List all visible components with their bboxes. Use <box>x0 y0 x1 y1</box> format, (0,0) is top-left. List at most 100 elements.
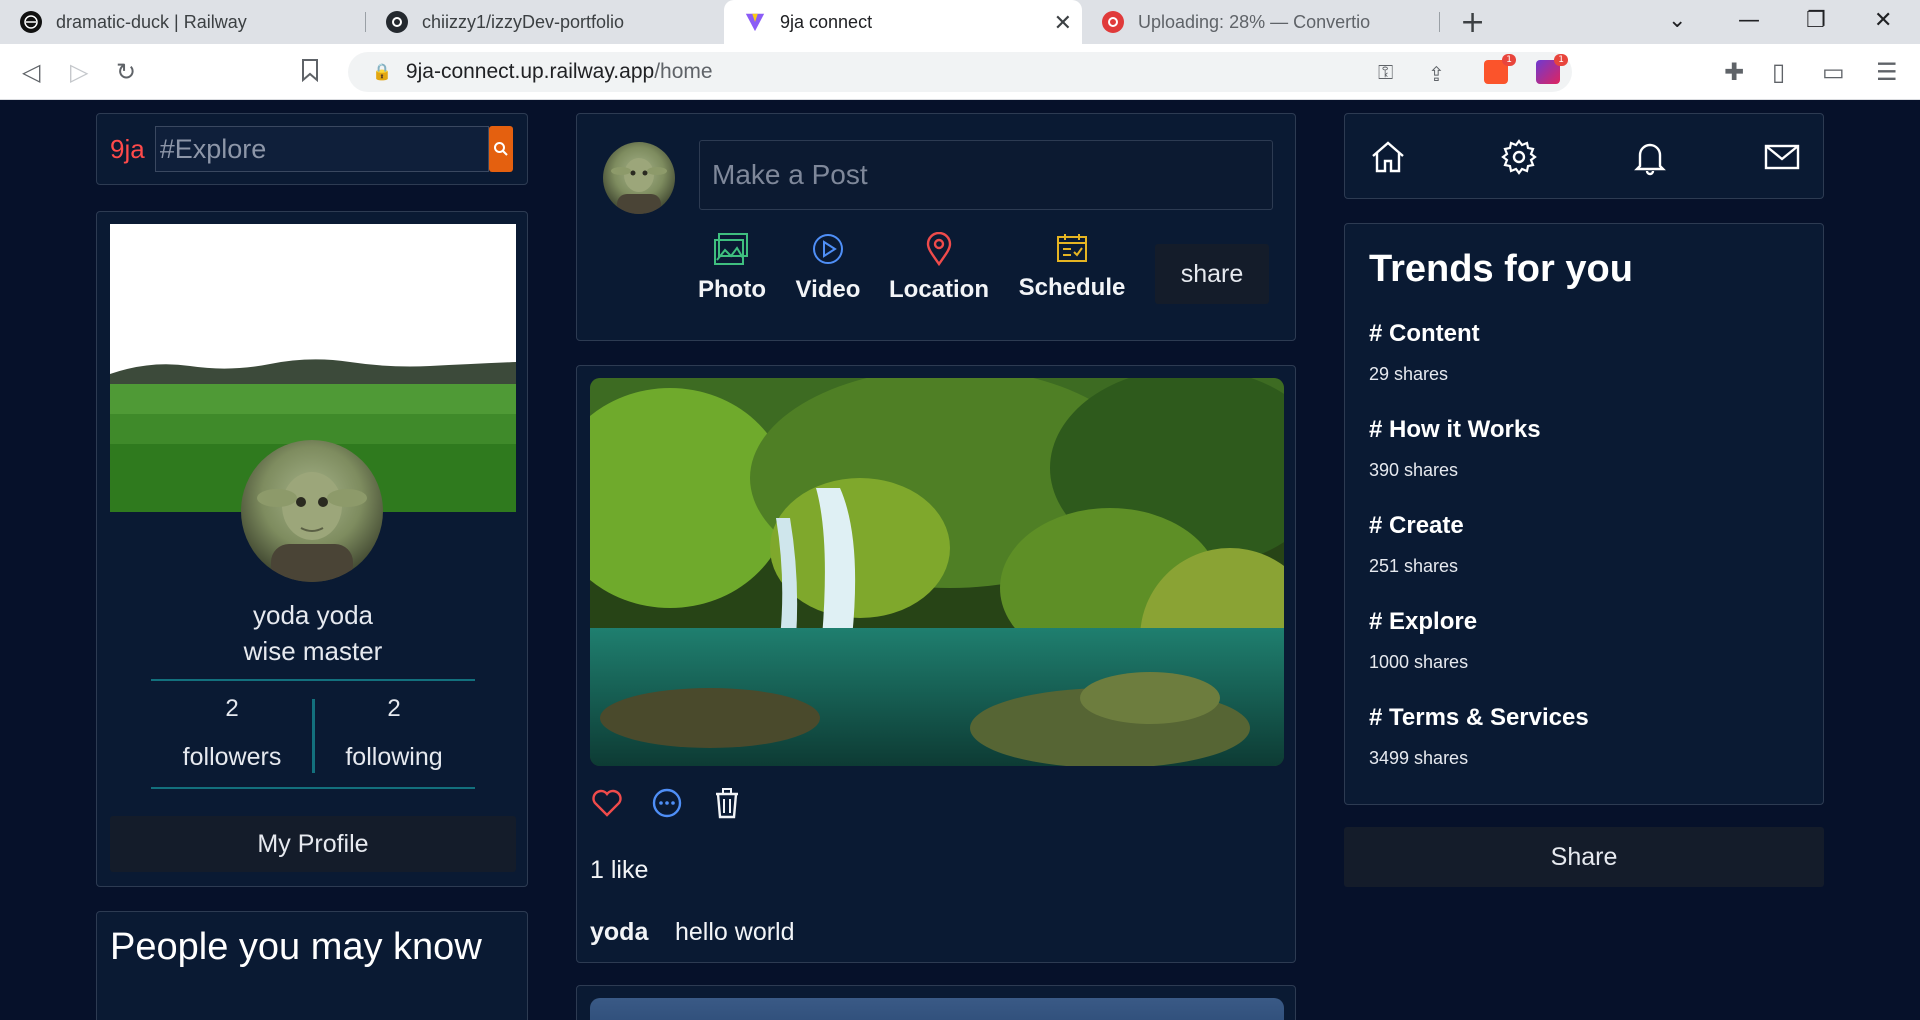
notifications-bell-icon[interactable] <box>1631 138 1669 176</box>
railway-favicon-icon <box>20 11 42 33</box>
extensions-puzzle-icon[interactable]: ✚ <box>1724 58 1744 86</box>
post-author[interactable]: yoda <box>590 918 648 947</box>
photo-label: Photo <box>698 276 766 303</box>
location-option[interactable]: Location <box>887 232 991 304</box>
post-text: hello world <box>675 918 795 946</box>
app-logo[interactable]: 9ja <box>110 134 145 165</box>
profile-stats: 2 followers 2 following <box>151 679 475 789</box>
trend-item[interactable]: # Terms & Services 3499 shares <box>1369 704 1589 769</box>
explore-search-input[interactable] <box>154 126 489 172</box>
browser-tab-title: 9ja connect <box>780 11 873 32</box>
trend-item[interactable]: # How it Works 390 shares <box>1369 416 1541 481</box>
trend-shares: 390 shares <box>1369 460 1459 480</box>
key-icon[interactable]: ⚿ <box>1378 62 1393 85</box>
trends-card: Trends for you # Content 29 shares # How… <box>1344 223 1824 805</box>
schedule-label: Schedule <box>1018 274 1126 301</box>
browser-tab-railway[interactable]: dramatic-duck | Railway <box>0 0 366 44</box>
menu-icon[interactable]: ☰ <box>1876 58 1898 86</box>
tab-separator <box>1439 12 1440 32</box>
trend-item[interactable]: # Content 29 shares <box>1369 320 1480 385</box>
brave-rewards-icon[interactable]: 1 <box>1536 54 1568 84</box>
url-path: /home <box>654 60 713 83</box>
delete-trash-icon[interactable] <box>710 786 744 820</box>
trend-shares: 29 shares <box>1369 364 1449 384</box>
like-heart-icon[interactable] <box>590 786 624 820</box>
browser-tab-9ja-connect[interactable]: 9ja connect ✕ <box>724 0 1082 44</box>
schedule-option[interactable]: Schedule <box>1015 232 1129 302</box>
my-profile-button[interactable]: My Profile <box>110 816 516 872</box>
back-icon[interactable]: ◁ <box>22 58 40 86</box>
search-card: 9ja <box>96 113 528 185</box>
vite-favicon-icon <box>744 11 766 33</box>
top-nav-card <box>1344 113 1824 199</box>
browser-tab-title: dramatic-duck | Railway <box>56 11 247 32</box>
close-tab-icon[interactable]: ✕ <box>1054 10 1072 36</box>
restore-window-icon[interactable]: ❐ <box>1806 8 1826 33</box>
following-stat[interactable]: 2 following <box>313 681 475 772</box>
trend-shares: 1000 shares <box>1369 652 1469 672</box>
profile-card: yoda yoda wise master 2 followers 2 foll… <box>96 211 528 887</box>
trend-item[interactable]: # Create 251 shares <box>1369 512 1464 577</box>
bookmark-icon[interactable] <box>300 58 320 88</box>
browser-tab-title: chiizzy1/izzyDev-portfolio <box>422 11 625 32</box>
home-icon[interactable] <box>1369 138 1407 176</box>
trend-item[interactable]: # Explore 1000 shares <box>1369 608 1477 673</box>
followers-label: followers <box>182 743 282 771</box>
following-label: following <box>345 743 443 771</box>
trend-tag: # Terms & Services <box>1369 704 1589 731</box>
browser-toolbar: ◁ ▷ ↻ 🔒 9ja-connect.up.railway.app/home … <box>0 44 1920 100</box>
make-post-input[interactable] <box>699 140 1273 210</box>
profile-name: yoda yoda <box>253 600 373 630</box>
post-image <box>590 998 1284 1020</box>
composer-share-button[interactable]: share <box>1155 244 1269 304</box>
video-play-icon <box>813 234 843 264</box>
followers-count: 2 <box>225 695 239 722</box>
address-bar[interactable]: 🔒 9ja-connect.up.railway.app/home ⚿ ⇪ <box>348 52 1572 92</box>
lock-icon: 🔒 <box>372 64 392 81</box>
messages-mail-icon[interactable] <box>1763 138 1801 176</box>
profile-avatar[interactable] <box>241 440 383 582</box>
location-label: Location <box>889 276 989 303</box>
people-you-may-know-card: People you may know <box>96 911 528 1020</box>
share-button[interactable]: Share <box>1344 827 1824 887</box>
brave-shield-icon[interactable]: 1 <box>1484 54 1516 84</box>
video-option[interactable]: Video <box>793 232 863 304</box>
browser-tab-title: Uploading: 28% — Convertio <box>1138 11 1371 32</box>
app-page: 9ja yoda <box>0 101 1920 1020</box>
post-like-count: 1 like <box>590 856 649 884</box>
new-tab-button[interactable]: + <box>1460 5 1485 40</box>
share-page-icon[interactable]: ⇪ <box>1428 62 1445 87</box>
browser-tab-github[interactable]: chiizzy1/izzyDev-portfolio <box>366 0 724 44</box>
forward-icon[interactable]: ▷ <box>70 58 88 86</box>
wallet-icon[interactable]: ▭ <box>1822 58 1845 86</box>
following-count: 2 <box>387 695 401 722</box>
people-title: People you may know <box>110 926 482 968</box>
post-card: 1 like yoda hello world <box>576 365 1296 963</box>
convertio-favicon-icon <box>1102 11 1124 33</box>
sidebar-toggle-icon[interactable]: ▯ <box>1772 58 1785 86</box>
profile-bio: wise master <box>243 636 383 666</box>
composer-avatar <box>603 142 675 214</box>
followers-stat[interactable]: 2 followers <box>151 681 313 772</box>
trends-title: Trends for you <box>1369 248 1633 290</box>
brave-badge: 1 <box>1502 54 1516 66</box>
rewards-badge: 1 <box>1554 54 1568 66</box>
minimize-window-icon[interactable]: — <box>1738 8 1760 33</box>
photo-icon <box>714 233 748 265</box>
close-window-icon[interactable]: ✕ <box>1874 8 1892 33</box>
trend-tag: # Explore <box>1369 608 1478 635</box>
calendar-schedule-icon <box>1057 234 1087 262</box>
trend-shares: 251 shares <box>1369 556 1459 576</box>
trend-tag: # Create <box>1369 512 1464 539</box>
browser-tab-convertio[interactable]: Uploading: 28% — Convertio <box>1082 0 1440 44</box>
location-pin-icon <box>926 232 952 266</box>
comment-icon[interactable] <box>650 786 684 820</box>
search-icon[interactable] <box>488 126 513 172</box>
github-favicon-icon <box>386 11 408 33</box>
trend-shares: 3499 shares <box>1369 748 1469 768</box>
settings-gear-icon[interactable] <box>1500 138 1538 176</box>
photo-option[interactable]: Photo <box>697 232 767 304</box>
reload-icon[interactable]: ↻ <box>116 58 136 86</box>
tab-search-chevron-icon[interactable]: ⌄ <box>1668 8 1686 33</box>
url-host: 9ja-connect.up.railway.app <box>405 60 655 83</box>
